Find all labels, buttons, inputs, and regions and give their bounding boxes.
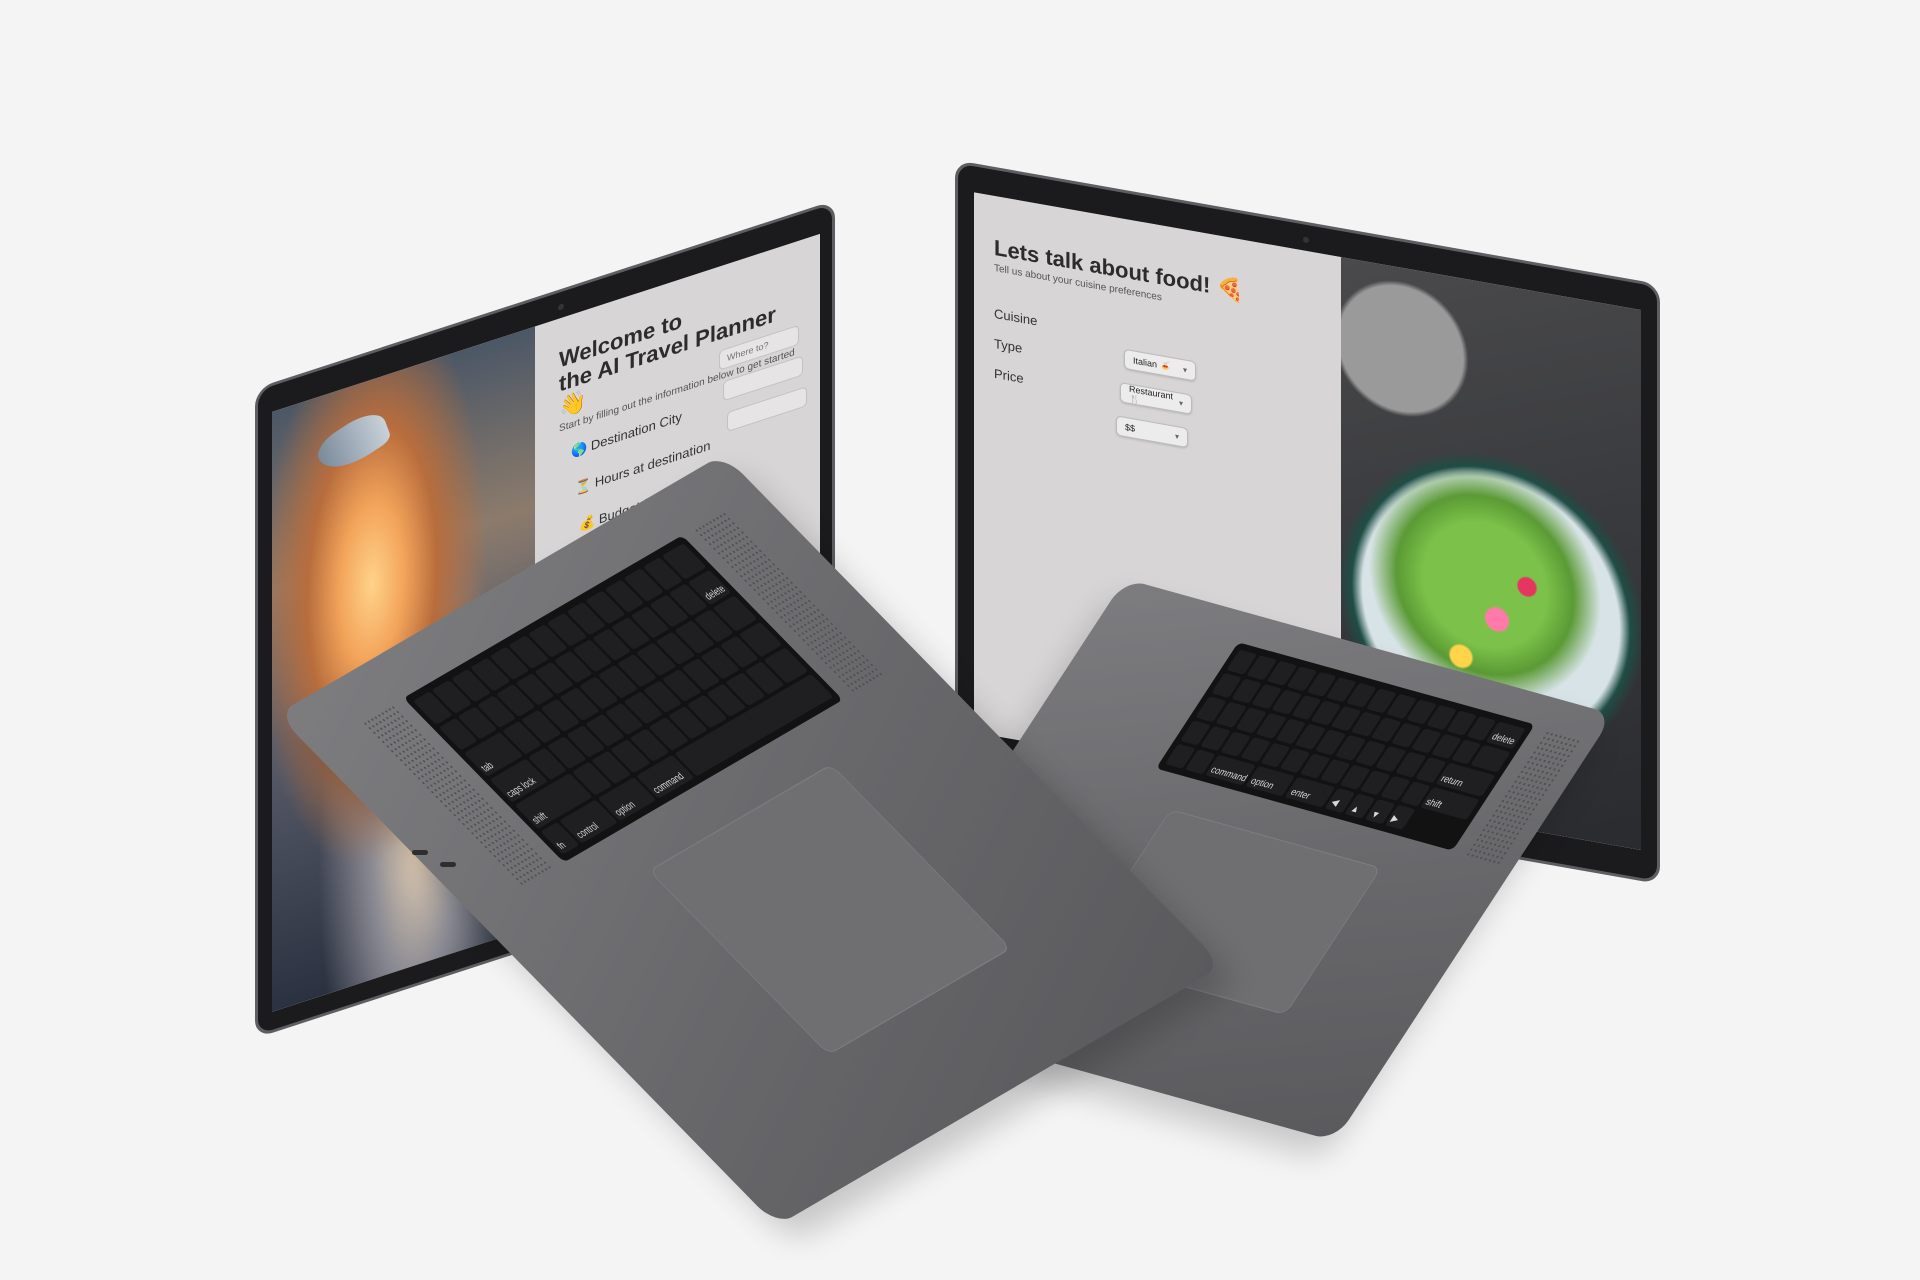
cuisine-label: Cuisine [994,305,1038,329]
chevron-down-icon: ▾ [1178,397,1183,408]
left-laptop-camera [558,303,564,312]
usb-c-port-icon [412,850,428,855]
globe-icon: 🌎 [571,439,588,460]
cuisine-select[interactable]: Italian 🍝 ▾ [1124,348,1196,382]
type-select-value: Restaurant 🍴 [1129,383,1174,406]
chevron-down-icon: ▾ [1174,431,1179,441]
price-select-value: $$ [1125,421,1136,434]
hourglass-icon: ⏳ [575,476,592,497]
type-select[interactable]: Restaurant 🍴 ▾ [1120,382,1192,415]
chevron-down-icon: ▾ [1182,364,1187,375]
airplane-wing-image [314,403,393,482]
left-laptop-trackpad[interactable] [648,763,1012,1056]
type-label: Type [994,335,1023,356]
price-select[interactable]: $$ ▾ [1116,415,1188,449]
cuisine-select-value: Italian 🍝 [1133,354,1171,372]
price-label: Price [994,365,1024,387]
usb-c-port-icon [440,862,456,867]
right-laptop-camera [1303,236,1309,244]
